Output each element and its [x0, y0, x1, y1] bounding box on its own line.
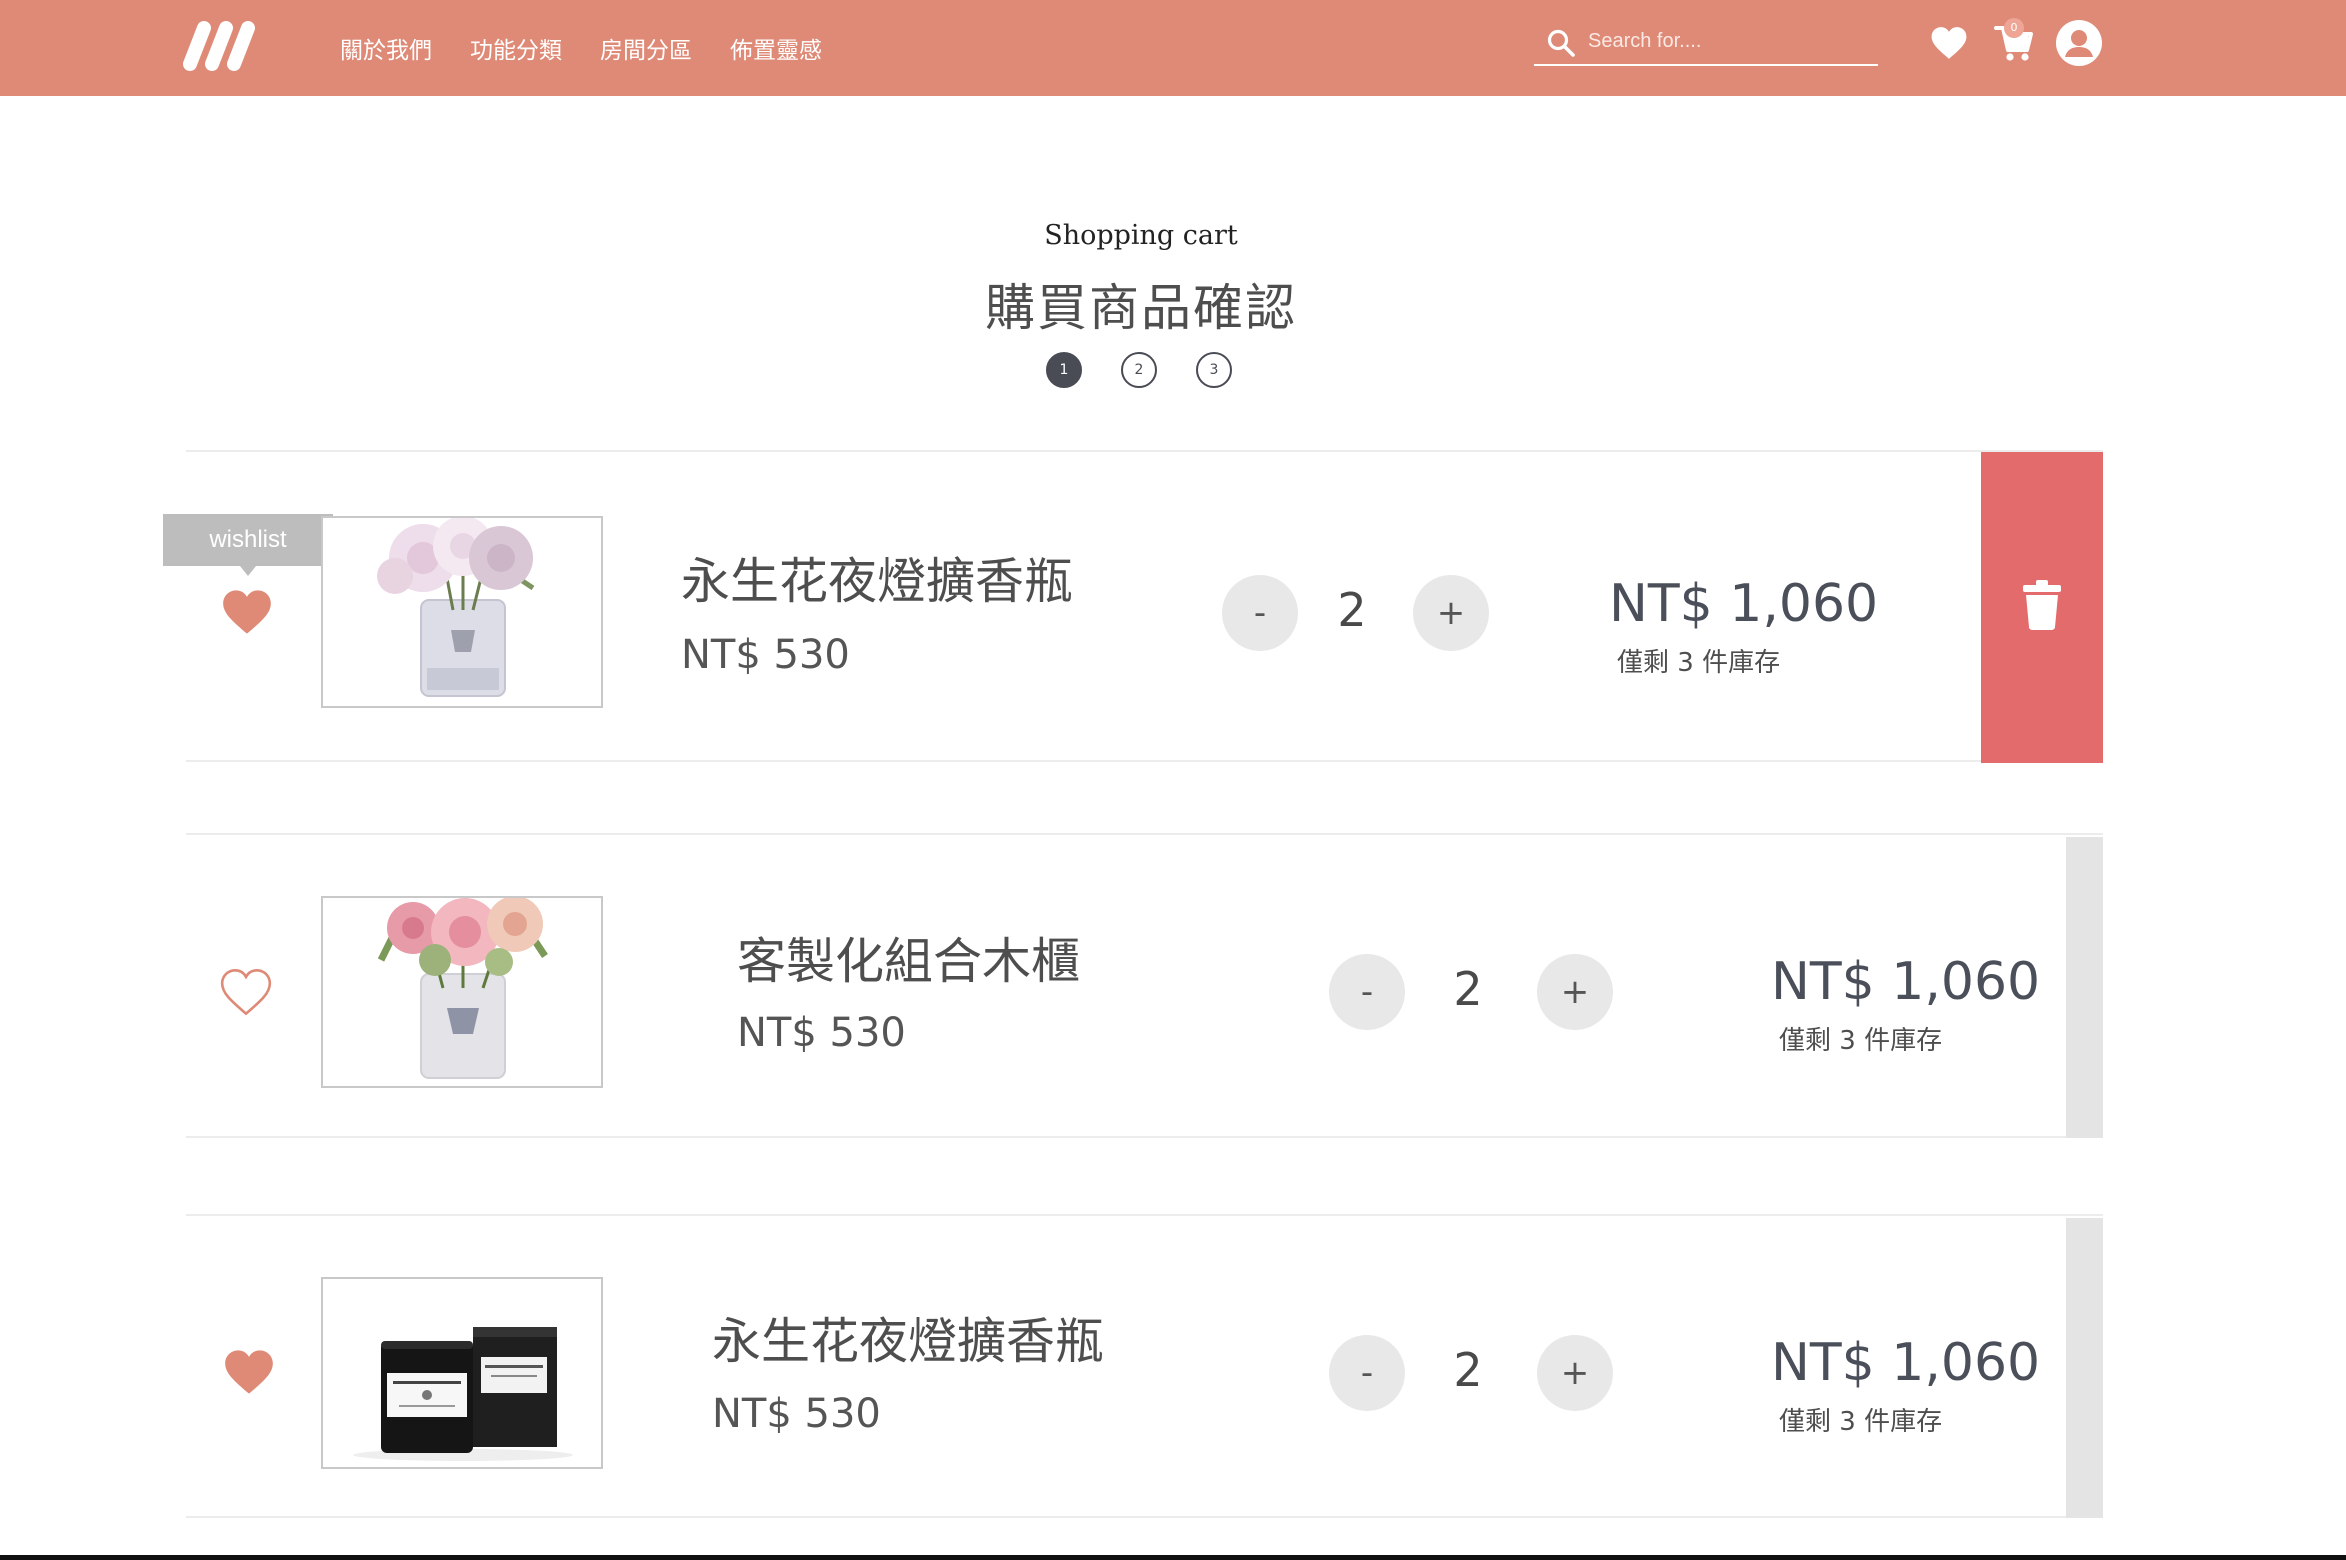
product-name[interactable]: 客製化組合木櫃 [737, 922, 1080, 993]
brand-logo-icon[interactable] [180, 18, 258, 74]
delete-item-button[interactable] [1981, 452, 2103, 763]
user-profile-icon [2065, 30, 2093, 57]
row-side-handle[interactable] [2066, 1218, 2103, 1518]
tooltip-arrow [240, 566, 256, 576]
nav-item-rooms[interactable]: 房間分區 [600, 31, 692, 65]
search-input[interactable] [1586, 22, 1870, 60]
search-icon[interactable] [1546, 28, 1576, 58]
quantity-value: 2 [1337, 583, 1367, 637]
product-image[interactable] [321, 896, 603, 1088]
row-divider [186, 1214, 2103, 1216]
wishlist-heart-icon[interactable] [1930, 25, 1968, 61]
nav-item-about[interactable]: 關於我們 [340, 31, 432, 65]
increase-quantity-button[interactable]: + [1537, 1335, 1613, 1411]
decrease-quantity-button[interactable]: - [1329, 954, 1405, 1030]
decrease-quantity-button[interactable]: - [1222, 575, 1298, 651]
stock-notice: 僅剩 3 件庫存 [1617, 648, 1781, 678]
row-divider [186, 833, 2103, 835]
wishlist-heart-filled-icon[interactable] [223, 1348, 275, 1396]
trash-icon [2023, 580, 2061, 630]
product-unit-price: NT$ 530 [681, 632, 850, 678]
top-navigation-bar: 關於我們 功能分類 房間分區 佈置靈感 0 [0, 0, 2346, 96]
step-3-indicator[interactable]: 3 [1196, 352, 1232, 388]
pink-peony-diffuser-image [323, 518, 601, 706]
product-image[interactable] [321, 516, 603, 708]
page-title: 購買商品確認 [985, 279, 1297, 337]
user-avatar[interactable] [2056, 20, 2102, 66]
row-side-handle[interactable] [2066, 837, 2103, 1138]
search-box [1534, 20, 1878, 66]
row-divider [186, 1136, 2103, 1138]
rose-bouquet-diffuser-image [323, 898, 601, 1086]
page-subtitle: Shopping cart [1044, 220, 1238, 251]
step-1-indicator[interactable]: 1 [1046, 352, 1082, 388]
quantity-value: 2 [1453, 1343, 1483, 1397]
bottom-edge-rule [0, 1555, 2346, 1560]
product-unit-price: NT$ 530 [712, 1391, 881, 1437]
quantity-value: 2 [1453, 962, 1483, 1016]
product-image[interactable] [321, 1277, 603, 1469]
wishlist-heart-outline-icon[interactable] [220, 968, 272, 1016]
line-total: NT$ 1,060 [1609, 574, 1879, 634]
cart-count-badge: 0 [2004, 18, 2024, 38]
scented-candle-box-image [323, 1279, 601, 1467]
product-name[interactable]: 永生花夜燈擴香瓶 [681, 542, 1073, 613]
stock-notice: 僅剩 3 件庫存 [1779, 1026, 1943, 1056]
product-unit-price: NT$ 530 [737, 1010, 906, 1056]
row-divider [186, 450, 2103, 452]
increase-quantity-button[interactable]: + [1413, 575, 1489, 651]
product-name[interactable]: 永生花夜燈擴香瓶 [712, 1302, 1104, 1373]
row-divider [186, 1516, 2103, 1518]
step-2-indicator[interactable]: 2 [1121, 352, 1157, 388]
wishlist-tooltip: wishlist [163, 514, 333, 566]
checkout-steps: 1 2 3 [1046, 352, 1271, 388]
stock-notice: 僅剩 3 件庫存 [1779, 1407, 1943, 1437]
decrease-quantity-button[interactable]: - [1329, 1335, 1405, 1411]
nav-item-inspiration[interactable]: 佈置靈感 [730, 31, 822, 65]
increase-quantity-button[interactable]: + [1537, 954, 1613, 1030]
row-divider [186, 760, 2103, 762]
main-nav: 關於我們 功能分類 房間分區 佈置靈感 [340, 0, 860, 96]
wishlist-heart-filled-icon[interactable] [221, 588, 273, 636]
line-total: NT$ 1,060 [1771, 1333, 2041, 1393]
nav-item-categories[interactable]: 功能分類 [470, 31, 562, 65]
line-total: NT$ 1,060 [1771, 952, 2041, 1012]
